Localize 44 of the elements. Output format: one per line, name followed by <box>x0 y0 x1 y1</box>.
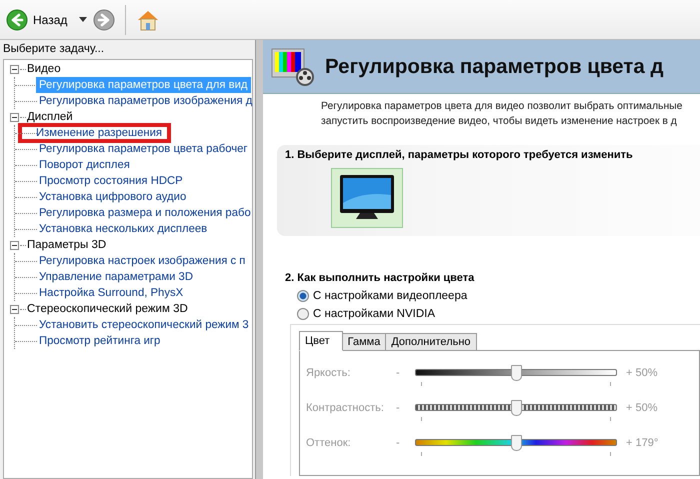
slider-label: Оттенок: <box>306 436 352 448</box>
collapse-icon[interactable] <box>10 112 19 122</box>
radio-option[interactable]: С настройками видеоплеера <box>297 290 700 302</box>
monitor-icon[interactable] <box>331 168 403 228</box>
collapse-icon[interactable] <box>10 304 19 314</box>
tree-item[interactable]: Установить стереоскопический режим 3 <box>36 317 252 333</box>
tree-item[interactable]: Настройка Surround, PhysX <box>36 285 186 301</box>
tree-item[interactable]: Поворот дисплея <box>36 157 133 173</box>
tree-category[interactable]: Дисплей <box>27 111 73 123</box>
radio-button[interactable] <box>297 290 309 302</box>
tree-item[interactable]: Установка цифрового аудио <box>36 189 190 205</box>
minus-label: - <box>396 436 401 448</box>
slider-value: + 179° <box>626 436 658 448</box>
minus-label: - <box>396 402 401 414</box>
tree-item[interactable]: Просмотр рейтинга игр <box>36 333 164 349</box>
radio-option[interactable]: С настройками NVIDIA <box>297 308 700 320</box>
collapse-icon[interactable] <box>10 240 19 250</box>
tree-item[interactable]: Регулировка параметров изображения д <box>36 93 252 109</box>
panel-title: Выберите задачу... <box>2 42 106 57</box>
tree-item[interactable]: Регулировка настроек изображения с п <box>36 253 248 269</box>
tree-category[interactable]: Параметры 3D <box>27 239 106 251</box>
tree-category[interactable]: Видео <box>27 63 61 75</box>
minus-label: - <box>396 366 401 378</box>
slider-label: Яркость: <box>306 366 352 378</box>
tree-category[interactable]: Стереоскопический режим 3D <box>27 303 188 315</box>
description-text: Регулировка параметров цвета для видео позволит выбрать оптимальные <box>321 100 684 114</box>
tree-item[interactable]: Регулировка размера и положения рабо <box>36 205 252 221</box>
tree-item[interactable]: Регулировка параметров цвета рабочег <box>36 141 251 157</box>
page-title: Регулировка параметров цвета д <box>325 54 664 78</box>
tree-item[interactable]: Установка нескольких дисплеев <box>36 221 210 237</box>
slider-label: Контрастность: <box>306 402 385 414</box>
back-button[interactable]: Назад <box>6 8 68 30</box>
description-text: запустить воспроизведение видео, чтобы видеть изменение настроек в д <box>321 115 678 129</box>
tv-and-film-reel-drawing <box>271 46 315 86</box>
tree-item[interactable]: Изменение разрешения <box>18 123 172 143</box>
dropdown-caret-icon[interactable] <box>79 17 88 22</box>
tree-item[interactable]: Просмотр состояния HDCP <box>36 173 186 189</box>
radio-button[interactable] <box>297 308 309 320</box>
tree-item[interactable]: Управление параметрами 3D <box>36 269 196 285</box>
section-heading: 2. Как выполнить настройки цвета <box>285 272 476 284</box>
slider-value: + 50% <box>626 366 658 378</box>
section-heading: 1. Выберите дисплей, параметры которого требуется изменить <box>285 149 634 161</box>
collapse-icon[interactable] <box>10 64 19 74</box>
slider-value: + 50% <box>626 402 658 414</box>
